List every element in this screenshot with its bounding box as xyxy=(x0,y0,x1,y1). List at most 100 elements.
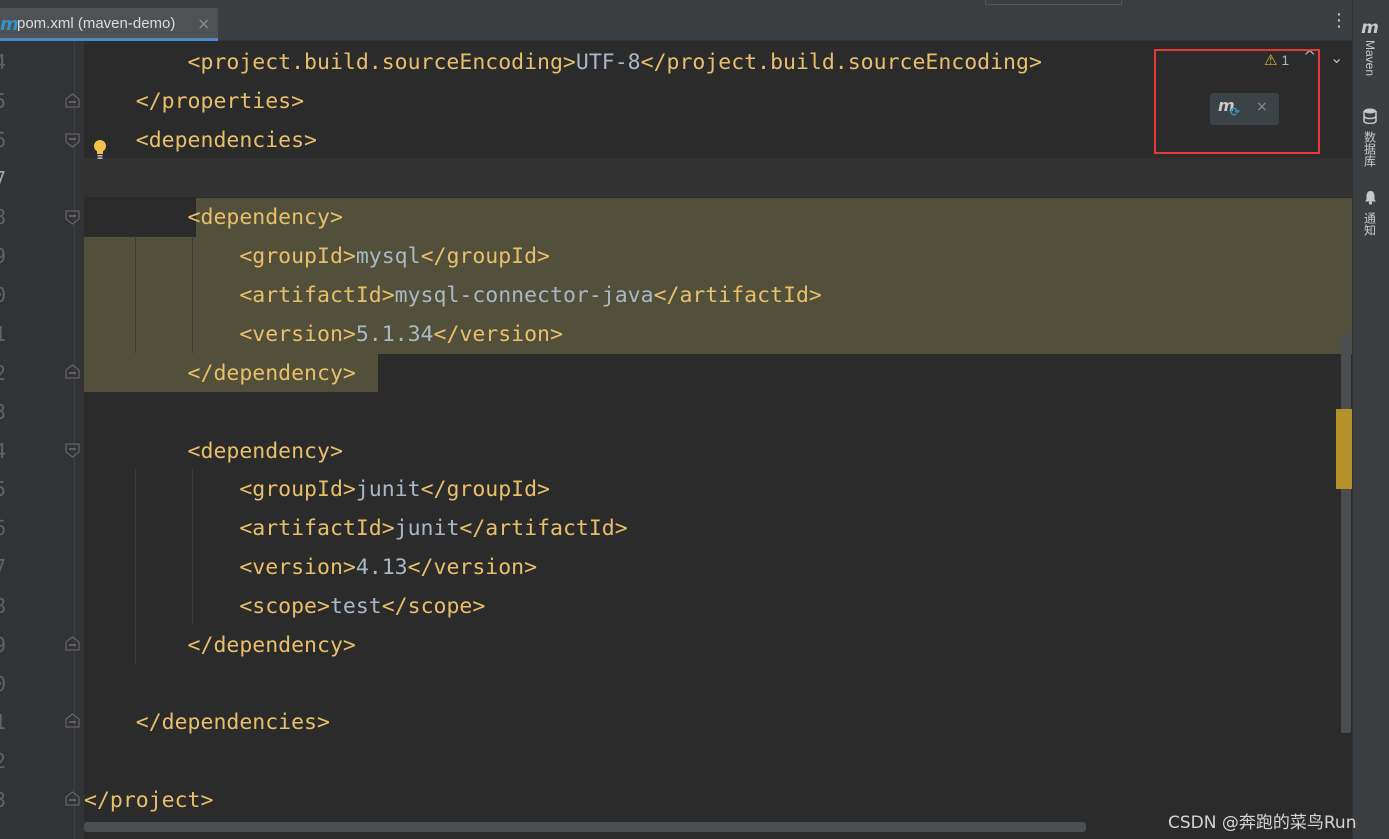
maven-icon: m xyxy=(1361,18,1379,38)
xml-tag: </groupId> xyxy=(420,244,551,270)
line-number: 5 xyxy=(0,477,7,502)
code-line[interactable]: <artifactId>junit</artifactId> xyxy=(84,509,628,548)
fold-end-icon[interactable] xyxy=(64,92,81,109)
code-line[interactable]: <dependency> xyxy=(84,432,343,471)
editor-tab-bar: m pom.xml (maven-demo) × ⋮ xyxy=(0,0,1352,41)
line-number: 4 xyxy=(0,50,7,74)
current-line-highlight xyxy=(75,158,1352,197)
line-number: 8 xyxy=(0,593,7,618)
error-stripe-marker[interactable] xyxy=(1336,409,1352,489)
horizontal-scrollbar-thumb[interactable] xyxy=(84,822,1086,832)
xml-text: 4.13 xyxy=(355,555,408,581)
xml-text: 5.1.34 xyxy=(355,321,434,347)
line-number: 1 xyxy=(0,710,7,735)
bell-icon xyxy=(1364,191,1376,205)
code-line[interactable]: <groupId>junit</groupId> xyxy=(84,470,550,509)
line-number: 7 xyxy=(0,166,7,191)
line-number: 7 xyxy=(0,555,7,580)
database-tool-label: 数据库 xyxy=(1362,131,1377,167)
code-line[interactable]: </dependency> xyxy=(84,354,356,393)
notifications-tool-window-button[interactable]: 通知 xyxy=(1355,190,1385,236)
annotation-highlight-box xyxy=(1154,49,1320,154)
line-number: 2 xyxy=(0,360,7,385)
xml-text: junit xyxy=(355,477,421,503)
xml-tag: <version> xyxy=(84,555,356,581)
code-editor[interactable]: 4 5 6 7 8 9 0 1 2 3 4 5 6 7 8 9 0 1 2 3 <project.build.sour… xyxy=(0,41,1352,839)
line-number: 9 xyxy=(0,244,7,269)
line-number: 6 xyxy=(0,516,7,541)
xml-tag: </properties> xyxy=(84,88,305,114)
xml-tag: </artifactId> xyxy=(653,283,822,309)
fold-start-icon[interactable] xyxy=(64,132,81,149)
code-line[interactable]: <version>4.13</version> xyxy=(84,548,537,587)
xml-tag: <scope> xyxy=(84,593,330,619)
code-line[interactable]: <dependency> xyxy=(84,198,343,237)
maven-tool-window-button[interactable]: m Maven xyxy=(1355,18,1385,76)
fold-start-icon[interactable] xyxy=(64,442,81,459)
line-number: 9 xyxy=(0,632,7,657)
xml-tag: </dependency> xyxy=(84,632,356,658)
xml-tag: <project.build.sourceEncoding> xyxy=(84,50,576,75)
fold-end-icon[interactable] xyxy=(64,363,81,380)
line-number: 1 xyxy=(0,321,7,346)
code-line[interactable]: <scope>test</scope> xyxy=(84,587,485,626)
xml-text: UTF-8 xyxy=(575,50,641,75)
tab-options-menu-icon[interactable]: ⋮ xyxy=(1330,10,1348,31)
xml-tag: </dependency> xyxy=(84,360,356,386)
xml-tag: <artifactId> xyxy=(84,516,395,542)
line-number: 2 xyxy=(0,749,7,774)
vertical-scrollbar-thumb[interactable] xyxy=(1341,333,1351,733)
code-line[interactable]: <groupId>mysql</groupId> xyxy=(84,237,550,276)
code-line[interactable]: <artifactId>mysql-connector-java</artifa… xyxy=(84,276,822,315)
code-line[interactable]: </dependencies> xyxy=(84,703,330,742)
xml-tag: <artifactId> xyxy=(84,283,395,309)
xml-tag: <groupId> xyxy=(84,244,356,270)
line-number: 0 xyxy=(0,283,7,308)
xml-tag: </version> xyxy=(433,321,563,347)
xml-tag: <dependency> xyxy=(84,205,343,231)
selection-highlight xyxy=(196,198,1352,237)
xml-tag: </project> xyxy=(84,788,214,814)
maven-tool-label: Maven xyxy=(1363,40,1377,77)
tab-title: pom.xml (maven-demo) xyxy=(17,15,176,32)
notifications-tool-label: 通知 xyxy=(1362,212,1377,236)
xml-text: test xyxy=(329,593,382,619)
tab-close-icon[interactable]: × xyxy=(197,14,210,33)
database-tool-window-button[interactable]: 数据库 xyxy=(1355,108,1385,167)
xml-tag: <dependency> xyxy=(84,438,343,464)
xml-tag: <dependencies> xyxy=(84,127,317,153)
maven-file-icon: m xyxy=(0,14,19,35)
database-icon xyxy=(1363,108,1377,125)
next-highlight-icon[interactable]: ⌄ xyxy=(1330,48,1343,67)
line-number: 3 xyxy=(0,788,7,813)
line-number: 4 xyxy=(0,438,7,463)
code-line[interactable]: </project> xyxy=(84,781,213,820)
line-number: 0 xyxy=(0,671,7,696)
fold-end-icon[interactable] xyxy=(64,790,81,807)
fold-end-icon[interactable] xyxy=(64,712,81,729)
line-number: 6 xyxy=(0,127,7,152)
fold-end-icon[interactable] xyxy=(64,635,81,652)
code-line[interactable]: </dependency> xyxy=(84,626,356,665)
code-line[interactable]: <version>5.1.34</version> xyxy=(84,315,563,354)
fold-start-icon[interactable] xyxy=(64,209,81,226)
line-number: 3 xyxy=(0,399,7,424)
xml-text: junit xyxy=(394,516,460,542)
xml-tag: </dependencies> xyxy=(84,710,330,736)
xml-text: mysql-connector-java xyxy=(394,283,654,309)
line-number: 5 xyxy=(0,88,7,113)
code-line[interactable]: <project.build.sourceEncoding>UTF-8</pro… xyxy=(84,43,1042,82)
xml-tag: <version> xyxy=(84,321,356,347)
tab-pom-xml[interactable]: m pom.xml (maven-demo) × xyxy=(0,8,218,40)
toolbar-search-field[interactable] xyxy=(985,0,1122,5)
code-line[interactable]: <dependencies> xyxy=(84,121,317,160)
xml-text: mysql xyxy=(355,244,421,270)
xml-tag: </version> xyxy=(407,555,538,581)
xml-tag: <groupId> xyxy=(84,477,356,503)
xml-tag: </project.build.sourceEncoding> xyxy=(640,50,1042,75)
code-line[interactable]: </properties> xyxy=(84,82,304,121)
line-number: 8 xyxy=(0,205,7,230)
xml-tag: </scope> xyxy=(381,593,486,619)
xml-tag: </artifactId> xyxy=(459,516,628,542)
xml-tag: </groupId> xyxy=(420,477,551,503)
